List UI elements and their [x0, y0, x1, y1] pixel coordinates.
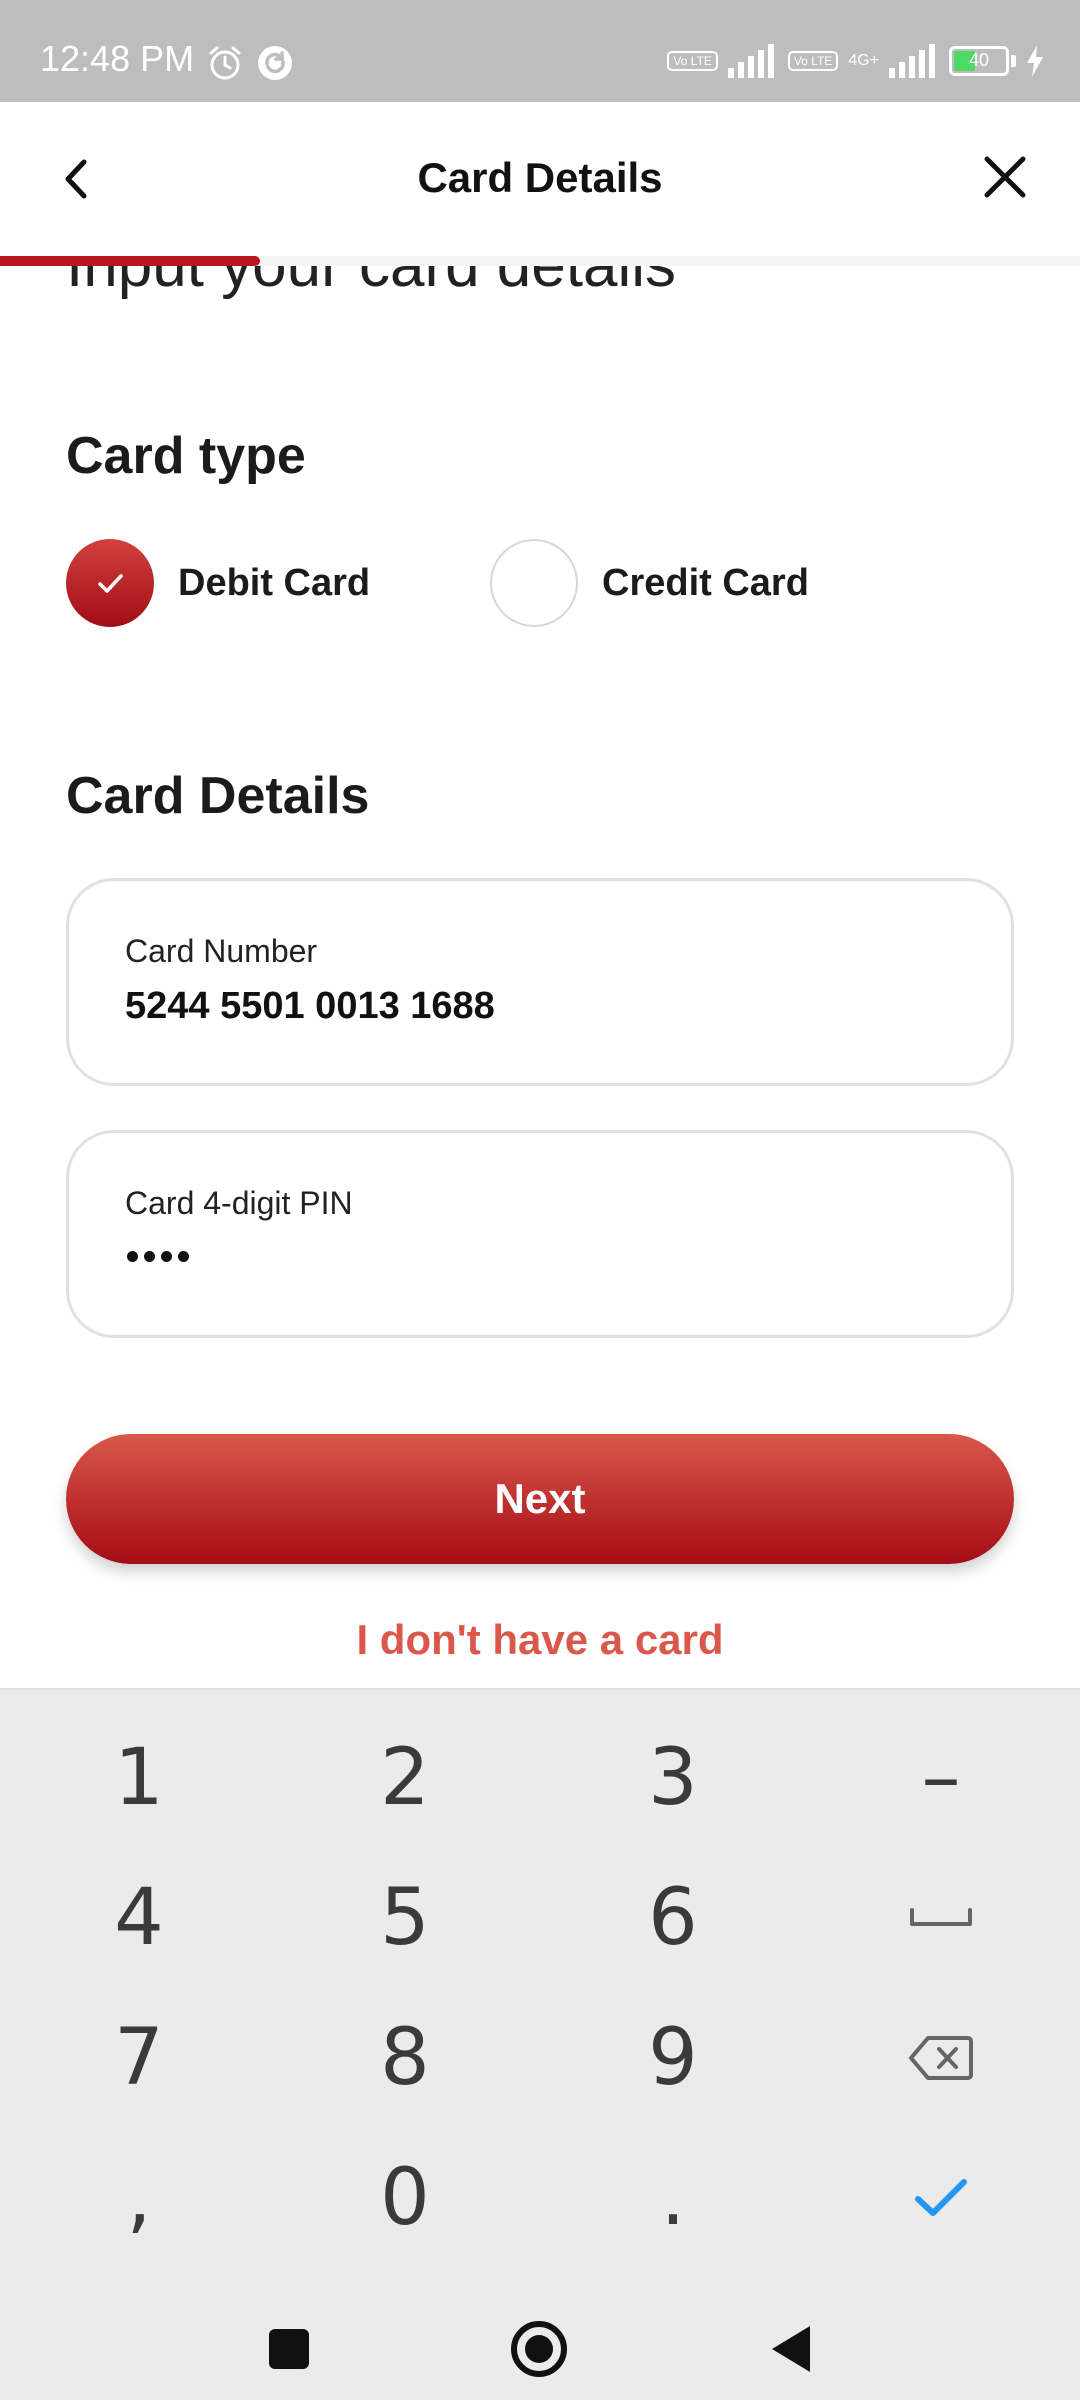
space-key[interactable] [806, 1848, 1076, 1988]
radio-credit-card[interactable]: Credit Card [490, 538, 809, 628]
network-type: 4G+ [848, 52, 879, 69]
key-period[interactable]: . [538, 2128, 808, 2268]
no-card-link[interactable]: I don't have a card [0, 1616, 1080, 1664]
key-2[interactable]: 2 [270, 1708, 540, 1848]
done-key[interactable] [806, 2128, 1076, 2268]
numeric-keyboard: 1 2 3 – 4 5 6 7 8 9 , 0 . [0, 1688, 1080, 2298]
back-nav-icon[interactable] [760, 2318, 822, 2380]
key-dash[interactable]: – [806, 1708, 1076, 1848]
charging-icon [1027, 45, 1043, 77]
radio-label-debit: Debit Card [178, 561, 371, 604]
volte-badge-2: Vo LTE [787, 51, 839, 71]
key-3[interactable]: 3 [538, 1708, 808, 1848]
key-9[interactable]: 9 [538, 1988, 808, 2128]
key-7[interactable]: 7 [4, 1988, 274, 2128]
status-time: 12:48 PM [40, 38, 195, 79]
card-pin-label: Card 4-digit PIN [125, 1185, 353, 1221]
card-number-field[interactable]: Card Number 5244 5501 0013 1688 [66, 878, 1014, 1086]
battery-icon: 40 [949, 46, 1009, 76]
system-nav-bar [0, 2298, 1080, 2400]
key-comma[interactable]: , [4, 2128, 274, 2268]
volte-badge: Vo LTE [667, 51, 718, 71]
status-indicators: Vo LTE Vo LTE 4G+ 40 [667, 44, 1044, 78]
app-header: Card Details [0, 102, 1080, 256]
card-details-form: Input your card details Card type Debit … [0, 266, 1080, 1686]
card-type-radio-group: Debit Card Credit Card [66, 538, 1026, 628]
radio-debit-card[interactable]: Debit Card [66, 538, 370, 628]
alarm-icon [209, 46, 241, 80]
space-icon [910, 1908, 972, 1926]
next-button[interactable]: Next [66, 1434, 1014, 1564]
key-4[interactable]: 4 [4, 1848, 274, 1988]
radio-unchecked-icon [490, 539, 578, 627]
radio-label-credit: Credit Card [602, 561, 809, 604]
check-icon [98, 574, 123, 593]
card-pin-field[interactable]: Card 4-digit PIN [66, 1130, 1014, 1338]
progress-fill [0, 256, 260, 266]
backspace-key[interactable] [806, 1988, 1076, 2128]
status-bar: 12:48 PM Vo LTE Vo LTE 4G+ 40 [0, 0, 1080, 102]
pin-dot [144, 1251, 155, 1262]
battery-level: 40 [968, 50, 990, 70]
pin-dot [178, 1251, 189, 1262]
battery-cap [1011, 55, 1016, 67]
signal-icon [727, 44, 774, 78]
card-type-title: Card type [66, 427, 306, 485]
key-6[interactable]: 6 [538, 1848, 808, 1988]
key-1[interactable]: 1 [4, 1708, 274, 1848]
key-5[interactable]: 5 [270, 1848, 540, 1988]
card-number-value[interactable]: 5244 5501 0013 1688 [125, 985, 495, 1028]
card-pin-value[interactable] [127, 1251, 189, 1262]
home-icon[interactable] [508, 2318, 570, 2380]
card-number-label: Card Number [125, 933, 318, 969]
pin-dot [161, 1251, 172, 1262]
checkmark-icon [915, 2179, 967, 2216]
pin-dot [127, 1251, 138, 1262]
sync-icon [258, 46, 292, 80]
backspace-icon [909, 2036, 973, 2080]
page-title: Card Details [417, 154, 663, 201]
recents-icon[interactable] [258, 2318, 320, 2380]
radio-checked-icon [66, 539, 154, 627]
key-8[interactable]: 8 [270, 1988, 540, 2128]
card-details-title: Card Details [66, 767, 370, 825]
signal-icon-2 [889, 44, 935, 78]
key-0[interactable]: 0 [270, 2128, 540, 2268]
close-icon[interactable] [982, 154, 1028, 200]
progress-bar [0, 256, 1080, 266]
step-heading: Input your card details [66, 266, 676, 301]
